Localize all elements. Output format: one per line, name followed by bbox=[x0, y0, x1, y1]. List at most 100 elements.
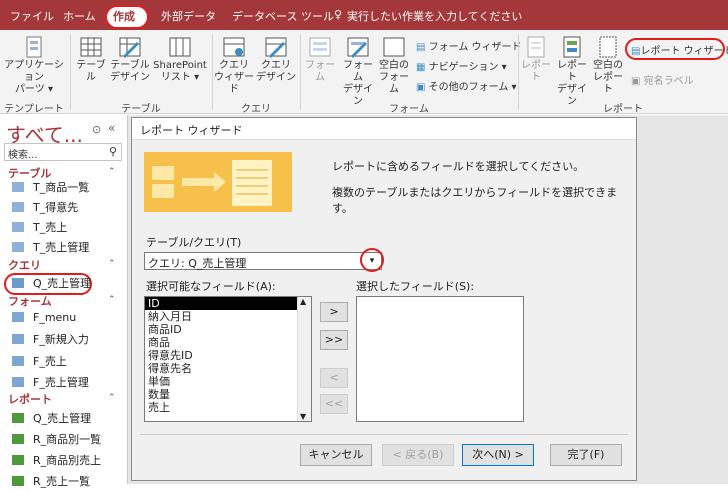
form-icon bbox=[309, 37, 331, 57]
report-button[interactable]: レポート bbox=[520, 36, 552, 84]
blank-report-label: 空白の bbox=[593, 60, 623, 71]
nav-category-reports[interactable]: レポート bbox=[8, 391, 52, 407]
nav-item-query[interactable]: Q_売上管理 bbox=[12, 275, 91, 293]
selected-fields-label: 選択したフィールド(S): bbox=[356, 280, 475, 293]
ribbon-separator bbox=[518, 34, 519, 110]
form-wizard-button[interactable]: ▤ フォーム ウィザード bbox=[416, 38, 522, 53]
nav-dropdown-icon[interactable]: ⊙ bbox=[92, 123, 101, 136]
list-item[interactable]: 単価 bbox=[145, 375, 311, 388]
nav-item-label: Q_売上管理 bbox=[33, 412, 92, 425]
collapse-forms-icon[interactable]: ⌃ bbox=[108, 295, 116, 305]
query-wizard-button[interactable]: クエリ ウィザード bbox=[214, 36, 254, 96]
next-button[interactable]: 次へ(N) > bbox=[462, 444, 534, 466]
nav-search-placeholder: 検索... bbox=[8, 150, 38, 161]
list-item[interactable]: 商品 bbox=[145, 336, 311, 349]
tab-external-data[interactable]: 外部データ bbox=[161, 8, 216, 24]
dialog-instruction-2: 複数のテーブルまたはクエリからフィールドを選択できます。 bbox=[332, 186, 618, 215]
list-item[interactable]: 商品ID bbox=[145, 323, 311, 336]
form-design-button[interactable]: フォーム デザイン bbox=[340, 36, 376, 108]
collapse-reports-icon[interactable]: ⌃ bbox=[108, 393, 116, 403]
dialog-divider bbox=[140, 434, 628, 435]
other-forms-label: その他のフォーム ▾ bbox=[428, 82, 517, 93]
list-scrollbar[interactable]: ▲ ▼ bbox=[297, 297, 311, 421]
nav-item-label: T_商品一覧 bbox=[33, 181, 90, 194]
nav-item-label: R_商品別一覧 bbox=[33, 433, 102, 446]
report-object-icon bbox=[12, 434, 24, 444]
table-design-button[interactable]: テーブル デザイン bbox=[110, 36, 150, 84]
blank-form-button[interactable]: 空白の フォーム bbox=[377, 36, 411, 96]
add-all-fields-button[interactable]: >> bbox=[320, 330, 348, 350]
nav-item-form[interactable]: F_新規入力 bbox=[12, 331, 89, 349]
nav-item-report[interactable]: Q_売上管理 bbox=[12, 410, 91, 428]
application-parts-button[interactable]: アプリケーション パーツ ▾ bbox=[2, 36, 66, 96]
sharepoint-list-icon bbox=[169, 37, 191, 57]
available-fields-label: 選択可能なフィールド(A): bbox=[146, 280, 276, 293]
nav-item-report[interactable]: R_売上一覧 bbox=[12, 473, 90, 491]
sharepoint-list-button[interactable]: SharePoint リスト ▾ bbox=[152, 36, 208, 84]
ribbon-separator bbox=[70, 34, 71, 110]
nav-item-report[interactable]: R_商品別売上 bbox=[12, 452, 101, 470]
table-object-icon bbox=[12, 242, 24, 252]
list-item[interactable]: 得意先ID bbox=[145, 349, 311, 362]
navigation-pane: すべて... ⊙ « 検索... ⚲ テーブル ⌃ T_商品一覧 T_得意先 T… bbox=[0, 115, 128, 488]
scroll-down-icon[interactable]: ▼ bbox=[300, 412, 306, 421]
tell-me-box[interactable]: 実行したい作業を入力してください bbox=[347, 8, 522, 24]
report-design-button[interactable]: レポート デザイン bbox=[554, 36, 590, 108]
list-item[interactable]: ID bbox=[145, 297, 311, 310]
table-button[interactable]: テーブル bbox=[74, 36, 108, 84]
nav-item-table[interactable]: T_売上 bbox=[12, 219, 67, 237]
scroll-up-icon[interactable]: ▲ bbox=[300, 297, 306, 306]
nav-item-table[interactable]: T_得意先 bbox=[12, 199, 78, 217]
add-field-button[interactable]: > bbox=[320, 302, 348, 322]
query-object-icon bbox=[12, 278, 24, 288]
wizard-illustration bbox=[144, 152, 292, 212]
nav-item-form[interactable]: F_売上管理 bbox=[12, 374, 89, 392]
table-design-label-2: デザイン bbox=[110, 72, 150, 83]
query-design-button[interactable]: クエリ デザイン bbox=[256, 36, 296, 84]
navigation-button[interactable]: ▦ ナビゲーション ▾ bbox=[416, 58, 507, 73]
nav-item-form[interactable]: F_売上 bbox=[12, 353, 67, 371]
nav-item-table[interactable]: T_売上管理 bbox=[12, 239, 89, 257]
report-label: レポート bbox=[521, 60, 551, 83]
nav-item-label: R_商品別売上 bbox=[33, 454, 102, 467]
nav-item-table[interactable]: T_商品一覧 bbox=[12, 179, 89, 197]
finish-button[interactable]: 完了(F) bbox=[550, 444, 622, 466]
nav-category-forms[interactable]: フォーム bbox=[8, 293, 52, 309]
form-button[interactable]: フォーム bbox=[302, 36, 338, 84]
blank-report-button[interactable]: 空白の レポート bbox=[591, 36, 625, 96]
list-item[interactable]: 売上 bbox=[145, 401, 311, 414]
report-wizard-button[interactable]: ▤レポート ウィザード bbox=[631, 42, 728, 57]
nav-search-input[interactable]: 検索... ⚲ bbox=[4, 143, 122, 161]
cancel-button[interactable]: キャンセル bbox=[300, 444, 372, 466]
group-label-templates: テンプレート bbox=[4, 104, 64, 115]
tab-create[interactable]: 作成 bbox=[113, 8, 135, 24]
back-button[interactable]: < 戻る(B) bbox=[382, 444, 454, 466]
table-icon bbox=[80, 37, 102, 57]
tab-file[interactable]: ファイル bbox=[10, 8, 54, 24]
tab-database-tools[interactable]: データベース ツール bbox=[232, 8, 334, 24]
list-item[interactable]: 数量 bbox=[145, 388, 311, 401]
labels-button[interactable]: ▣ 宛名ラベル bbox=[631, 72, 694, 87]
combobox-dropdown-highlight bbox=[360, 248, 384, 272]
selected-fields-list[interactable] bbox=[356, 296, 524, 422]
nav-item-form[interactable]: F_menu bbox=[12, 309, 76, 327]
form-object-icon bbox=[12, 312, 24, 322]
labels-icon: ▣ bbox=[631, 76, 641, 87]
tab-home[interactable]: ホーム bbox=[63, 8, 96, 24]
table-query-combobox[interactable]: クエリ: Q_売上管理 ▾ bbox=[144, 252, 382, 270]
other-forms-button[interactable]: ▣ その他のフォーム ▾ bbox=[416, 78, 517, 93]
list-item[interactable]: 納入月日 bbox=[145, 310, 311, 323]
nav-category-queries[interactable]: クエリ bbox=[8, 257, 41, 273]
collapse-tables-icon[interactable]: ⌃ bbox=[108, 167, 116, 177]
group-label-forms: フォーム bbox=[389, 104, 429, 115]
collapse-queries-icon[interactable]: ⌃ bbox=[108, 259, 116, 269]
shutter-bar-collapse-icon[interactable]: « bbox=[108, 121, 115, 135]
remove-all-fields-button[interactable]: << bbox=[320, 394, 348, 414]
nav-item-report[interactable]: R_商品別一覧 bbox=[12, 431, 101, 449]
query-design-icon bbox=[265, 37, 287, 58]
report-icon bbox=[527, 36, 545, 58]
form-object-icon bbox=[12, 377, 24, 387]
remove-field-button[interactable]: < bbox=[320, 368, 348, 388]
list-item[interactable]: 得意先名 bbox=[145, 362, 311, 375]
available-fields-list[interactable]: ID 納入月日 商品ID 商品 得意先ID 得意先名 単価 数量 売上 ▲ ▼ bbox=[144, 296, 312, 422]
